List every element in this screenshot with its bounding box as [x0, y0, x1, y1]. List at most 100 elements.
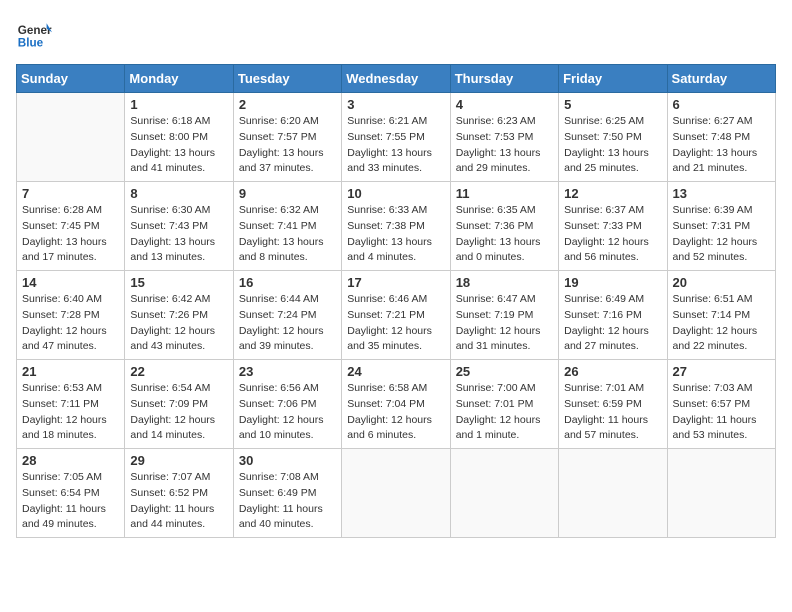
day-info: Sunrise: 7:03 AMSunset: 6:57 PMDaylight:… [673, 381, 770, 444]
daylight-text: Daylight: 13 hours and 33 minutes. [347, 146, 444, 178]
sunrise-text: Sunrise: 7:05 AM [22, 470, 119, 486]
calendar-cell: 10Sunrise: 6:33 AMSunset: 7:38 PMDayligh… [342, 182, 450, 271]
sunrise-text: Sunrise: 6:49 AM [564, 292, 661, 308]
day-number: 24 [347, 364, 444, 379]
logo-icon: General Blue [16, 16, 52, 52]
day-info: Sunrise: 6:35 AMSunset: 7:36 PMDaylight:… [456, 203, 553, 266]
day-number: 29 [130, 453, 227, 468]
daylight-text: Daylight: 11 hours and 44 minutes. [130, 502, 227, 534]
day-info: Sunrise: 6:42 AMSunset: 7:26 PMDaylight:… [130, 292, 227, 355]
daylight-text: Daylight: 12 hours and 18 minutes. [22, 413, 119, 445]
day-number: 11 [456, 186, 553, 201]
day-info: Sunrise: 6:28 AMSunset: 7:45 PMDaylight:… [22, 203, 119, 266]
daylight-text: Daylight: 12 hours and 1 minute. [456, 413, 553, 445]
week-row-1: 1Sunrise: 6:18 AMSunset: 8:00 PMDaylight… [17, 93, 776, 182]
day-info: Sunrise: 6:53 AMSunset: 7:11 PMDaylight:… [22, 381, 119, 444]
sunset-text: Sunset: 7:43 PM [130, 219, 227, 235]
day-info: Sunrise: 6:18 AMSunset: 8:00 PMDaylight:… [130, 114, 227, 177]
daylight-text: Daylight: 13 hours and 25 minutes. [564, 146, 661, 178]
day-number: 17 [347, 275, 444, 290]
day-info: Sunrise: 7:08 AMSunset: 6:49 PMDaylight:… [239, 470, 336, 533]
day-info: Sunrise: 6:30 AMSunset: 7:43 PMDaylight:… [130, 203, 227, 266]
sunset-text: Sunset: 7:26 PM [130, 308, 227, 324]
day-number: 7 [22, 186, 119, 201]
daylight-text: Daylight: 11 hours and 53 minutes. [673, 413, 770, 445]
calendar-cell: 4Sunrise: 6:23 AMSunset: 7:53 PMDaylight… [450, 93, 558, 182]
day-number: 16 [239, 275, 336, 290]
sunset-text: Sunset: 7:38 PM [347, 219, 444, 235]
calendar-cell [667, 449, 775, 538]
daylight-text: Daylight: 12 hours and 31 minutes. [456, 324, 553, 356]
sunset-text: Sunset: 7:06 PM [239, 397, 336, 413]
sunset-text: Sunset: 6:59 PM [564, 397, 661, 413]
sunrise-text: Sunrise: 6:51 AM [673, 292, 770, 308]
daylight-text: Daylight: 12 hours and 27 minutes. [564, 324, 661, 356]
day-info: Sunrise: 6:23 AMSunset: 7:53 PMDaylight:… [456, 114, 553, 177]
sunset-text: Sunset: 7:33 PM [564, 219, 661, 235]
calendar-cell [450, 449, 558, 538]
daylight-text: Daylight: 13 hours and 0 minutes. [456, 235, 553, 267]
daylight-text: Daylight: 12 hours and 47 minutes. [22, 324, 119, 356]
sunset-text: Sunset: 7:57 PM [239, 130, 336, 146]
sunrise-text: Sunrise: 6:44 AM [239, 292, 336, 308]
day-number: 12 [564, 186, 661, 201]
sunrise-text: Sunrise: 6:37 AM [564, 203, 661, 219]
calendar-cell: 17Sunrise: 6:46 AMSunset: 7:21 PMDayligh… [342, 271, 450, 360]
calendar-table: SundayMondayTuesdayWednesdayThursdayFrid… [16, 64, 776, 538]
daylight-text: Daylight: 12 hours and 22 minutes. [673, 324, 770, 356]
day-number: 15 [130, 275, 227, 290]
daylight-text: Daylight: 13 hours and 21 minutes. [673, 146, 770, 178]
calendar-cell: 28Sunrise: 7:05 AMSunset: 6:54 PMDayligh… [17, 449, 125, 538]
week-row-3: 14Sunrise: 6:40 AMSunset: 7:28 PMDayligh… [17, 271, 776, 360]
calendar-cell: 25Sunrise: 7:00 AMSunset: 7:01 PMDayligh… [450, 360, 558, 449]
calendar-cell: 20Sunrise: 6:51 AMSunset: 7:14 PMDayligh… [667, 271, 775, 360]
sunset-text: Sunset: 7:16 PM [564, 308, 661, 324]
calendar-cell: 7 Sunrise: 6:28 AMSunset: 7:45 PMDaylight… [17, 182, 125, 271]
calendar-cell: 9Sunrise: 6:32 AMSunset: 7:41 PMDaylight… [233, 182, 341, 271]
page-header: General Blue [16, 16, 776, 52]
sunset-text: Sunset: 7:31 PM [673, 219, 770, 235]
day-number: 6 [673, 97, 770, 112]
day-info: Sunrise: 6:56 AMSunset: 7:06 PMDaylight:… [239, 381, 336, 444]
daylight-text: Daylight: 13 hours and 13 minutes. [130, 235, 227, 267]
sunrise-text: Sunrise: 7:07 AM [130, 470, 227, 486]
sunrise-text: Sunrise: 6:28 AM [22, 203, 119, 219]
day-info: Sunrise: 6:39 AMSunset: 7:31 PMDaylight:… [673, 203, 770, 266]
sunset-text: Sunset: 7:36 PM [456, 219, 553, 235]
daylight-text: Daylight: 13 hours and 29 minutes. [456, 146, 553, 178]
day-info: Sunrise: 7:01 AMSunset: 6:59 PMDaylight:… [564, 381, 661, 444]
daylight-text: Daylight: 12 hours and 6 minutes. [347, 413, 444, 445]
day-info: Sunrise: 7:07 AMSunset: 6:52 PMDaylight:… [130, 470, 227, 533]
sunset-text: Sunset: 6:57 PM [673, 397, 770, 413]
daylight-text: Daylight: 12 hours and 56 minutes. [564, 235, 661, 267]
calendar-cell: 26Sunrise: 7:01 AMSunset: 6:59 PMDayligh… [559, 360, 667, 449]
day-number: 13 [673, 186, 770, 201]
daylight-text: Daylight: 12 hours and 43 minutes. [130, 324, 227, 356]
day-number: 30 [239, 453, 336, 468]
sunset-text: Sunset: 7:09 PM [130, 397, 227, 413]
day-info: Sunrise: 6:27 AMSunset: 7:48 PMDaylight:… [673, 114, 770, 177]
calendar-cell: 6 Sunrise: 6:27 AMSunset: 7:48 PMDaylight… [667, 93, 775, 182]
weekday-header-wednesday: Wednesday [342, 65, 450, 93]
calendar-cell: 30 Sunrise: 7:08 AMSunset: 6:49 PMDayligh… [233, 449, 341, 538]
daylight-text: Daylight: 12 hours and 39 minutes. [239, 324, 336, 356]
sunrise-text: Sunrise: 6:23 AM [456, 114, 553, 130]
sunrise-text: Sunrise: 6:46 AM [347, 292, 444, 308]
day-info: Sunrise: 6:47 AMSunset: 7:19 PMDaylight:… [456, 292, 553, 355]
sunrise-text: Sunrise: 6:56 AM [239, 381, 336, 397]
day-info: Sunrise: 7:05 AMSunset: 6:54 PMDaylight:… [22, 470, 119, 533]
day-number: 14 [22, 275, 119, 290]
calendar-cell: 14Sunrise: 6:40 AMSunset: 7:28 PMDayligh… [17, 271, 125, 360]
weekday-header-thursday: Thursday [450, 65, 558, 93]
sunset-text: Sunset: 7:24 PM [239, 308, 336, 324]
sunset-text: Sunset: 7:21 PM [347, 308, 444, 324]
sunrise-text: Sunrise: 6:30 AM [130, 203, 227, 219]
sunrise-text: Sunrise: 6:42 AM [130, 292, 227, 308]
day-info: Sunrise: 6:33 AMSunset: 7:38 PMDaylight:… [347, 203, 444, 266]
sunrise-text: Sunrise: 7:00 AM [456, 381, 553, 397]
calendar-cell: 3Sunrise: 6:21 AMSunset: 7:55 PMDaylight… [342, 93, 450, 182]
week-row-4: 21Sunrise: 6:53 AMSunset: 7:11 PMDayligh… [17, 360, 776, 449]
sunrise-text: Sunrise: 6:40 AM [22, 292, 119, 308]
calendar-cell: 29 Sunrise: 7:07 AMSunset: 6:52 PMDayligh… [125, 449, 233, 538]
sunset-text: Sunset: 6:54 PM [22, 486, 119, 502]
